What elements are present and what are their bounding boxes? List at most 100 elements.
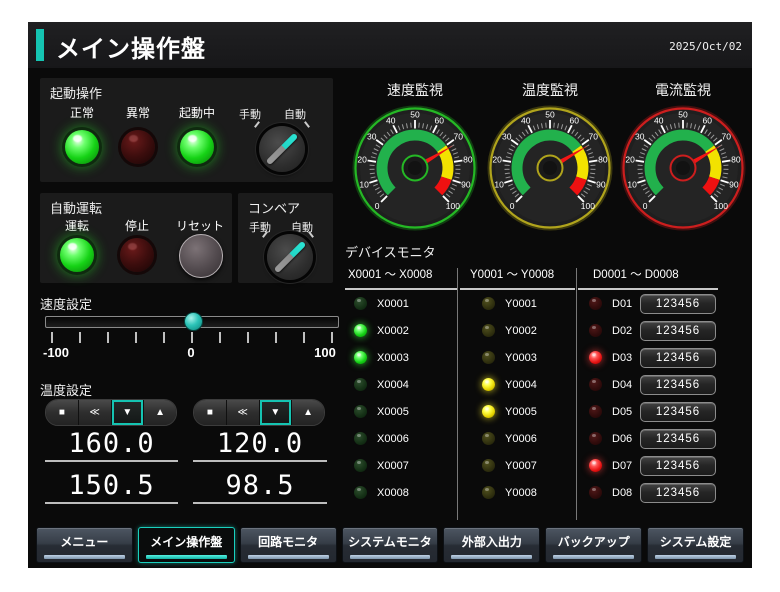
slider-label-max: 100: [305, 345, 345, 360]
device-led: [482, 351, 495, 364]
temp-setpoint-1[interactable]: 160.0: [45, 428, 178, 459]
temp-group-1-stop-button[interactable]: ■: [46, 400, 79, 425]
temp-group-2-down-button[interactable]: ▼: [260, 400, 293, 425]
device-label: D01: [612, 298, 632, 310]
slider-tick: [135, 332, 137, 343]
temp-group-2-up-button[interactable]: ▲: [292, 400, 324, 425]
nav-tab-1[interactable]: メニュー: [36, 527, 133, 563]
svg-text:50: 50: [410, 110, 420, 120]
device-label: Y0001: [505, 298, 537, 310]
reset-button[interactable]: [179, 234, 223, 278]
nav-tab-4[interactable]: システムモニタ: [342, 527, 439, 563]
speed-slider-track[interactable]: [45, 316, 339, 328]
svg-text:90: 90: [461, 180, 471, 190]
device-value-box: 123456: [640, 321, 716, 341]
temp-group-2-fast-down-button[interactable]: ≪: [227, 400, 260, 425]
selector-tick-left: [254, 121, 260, 128]
device-led: [354, 405, 367, 418]
temp-group-2-stop-button[interactable]: ■: [194, 400, 227, 425]
device-label: Y0003: [505, 352, 537, 364]
svg-text:70: 70: [589, 132, 599, 142]
nav-tab-label: メニュー: [60, 533, 108, 550]
device-label: D08: [612, 487, 632, 499]
device-row: D08123456: [578, 479, 718, 506]
device-row: Y0006: [460, 425, 575, 452]
device-led: [482, 378, 495, 391]
svg-text:20: 20: [492, 155, 502, 165]
device-led: [589, 378, 602, 391]
temp-group-1-fast-down-button[interactable]: ≪: [79, 400, 112, 425]
temp-group-1-down-button[interactable]: ▼: [112, 400, 145, 425]
device-led: [482, 297, 495, 310]
slider-tick: [79, 332, 81, 343]
device-value-box: 123456: [640, 429, 716, 449]
svg-text:80: 80: [731, 155, 741, 165]
svg-text:100: 100: [581, 201, 595, 211]
conveyor-mode-selector-knob[interactable]: [267, 234, 313, 280]
column-header: X0001 ～ X0008: [345, 266, 457, 290]
slider-tick: [275, 332, 277, 343]
svg-text:80: 80: [598, 155, 608, 165]
device-led: [482, 324, 495, 337]
device-monitor-title: デバイスモニタ: [345, 242, 436, 261]
svg-text:0: 0: [510, 201, 515, 211]
temp-actual-1: 150.5: [45, 470, 178, 501]
device-label: D07: [612, 460, 632, 472]
nav-tab-7[interactable]: システム設定: [647, 527, 744, 563]
device-label: D06: [612, 433, 632, 445]
device-led: [354, 432, 367, 445]
starting-lamp: [180, 130, 214, 164]
lamp-label-error: 異常: [108, 104, 168, 121]
temp-setting-label: 温度設定: [40, 380, 92, 399]
temperature-monitor-gauge: 温度監視0102030405060708090100: [485, 80, 615, 237]
temp-actual-2: 98.5: [193, 470, 327, 501]
device-led: [354, 459, 367, 472]
selector-label-auto: 自動: [275, 106, 315, 122]
gauge-dial: 0102030405060708090100: [618, 102, 748, 232]
svg-text:0: 0: [643, 201, 648, 211]
nav-tab-underline: [553, 555, 634, 559]
nav-tab-underline: [44, 555, 125, 559]
device-led: [482, 486, 495, 499]
device-led: [354, 297, 367, 310]
nav-tab-2[interactable]: メイン操作盤: [138, 527, 235, 563]
conveyor-label-auto: 自動: [282, 219, 322, 235]
device-led: [354, 324, 367, 337]
temp-setpoint-2[interactable]: 120.0: [193, 428, 327, 459]
title-accent-bar: [36, 29, 44, 61]
nav-tab-underline: [350, 555, 431, 559]
startup-mode-selector-knob[interactable]: [259, 126, 305, 172]
nav-tab-6[interactable]: バックアップ: [545, 527, 642, 563]
current-monitor-gauge: 電流監視0102030405060708090100: [618, 80, 748, 237]
lamp-label-stop: 停止: [107, 217, 167, 234]
nav-tab-3[interactable]: 回路モニタ: [240, 527, 337, 563]
nav-tab-label: バックアップ: [558, 533, 630, 550]
device-row: Y0007: [460, 452, 575, 479]
device-label: Y0002: [505, 325, 537, 337]
device-value-box: 123456: [640, 294, 716, 314]
svg-text:80: 80: [463, 155, 473, 165]
speed-slider-thumb[interactable]: [184, 312, 203, 331]
column-header: D0001 ～ D0008: [578, 266, 718, 290]
slider-tick: [107, 332, 109, 343]
nav-tab-underline: [451, 555, 532, 559]
selector-tick-right: [304, 121, 310, 128]
device-row: Y0001: [460, 290, 575, 317]
column-divider: [576, 268, 577, 520]
lamp-label-normal: 正常: [52, 104, 112, 121]
slider-tick: [163, 332, 165, 343]
svg-text:70: 70: [722, 132, 732, 142]
temp-group-1-up-button[interactable]: ▲: [144, 400, 176, 425]
device-label: D02: [612, 325, 632, 337]
device-label: D04: [612, 379, 632, 391]
gauge-dial: 0102030405060708090100: [485, 102, 615, 232]
device-led: [482, 432, 495, 445]
device-monitor-column-y: Y0001 ～ Y0008Y0001Y0002Y0003Y0004Y0005Y0…: [460, 266, 575, 506]
nav-tab-5[interactable]: 外部入出力: [443, 527, 540, 563]
svg-text:100: 100: [714, 201, 728, 211]
device-monitor-column-d: D0001 ～ D0008D01123456D02123456D03123456…: [578, 266, 718, 506]
gauge-title: 温度監視: [485, 80, 615, 100]
gauge-title: 電流監視: [618, 80, 748, 100]
device-led: [589, 486, 602, 499]
device-led: [482, 459, 495, 472]
